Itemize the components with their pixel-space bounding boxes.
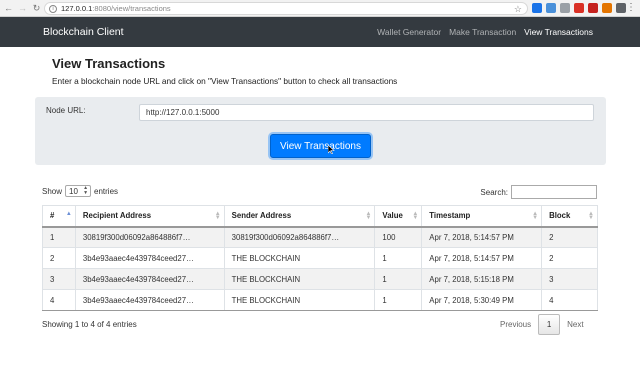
pagination: Previous 1 Next — [493, 314, 591, 335]
column-header-label: # — [50, 211, 55, 221]
sort-asc-icon: ▲ — [65, 211, 72, 217]
reload-icon[interactable]: ↻ — [31, 3, 42, 14]
extension-icon-7[interactable] — [616, 3, 626, 13]
cell-timestamp: Apr 7, 2018, 5:30:49 PM — [421, 289, 543, 311]
bookmark-star-icon[interactable]: ☆ — [514, 4, 522, 15]
table-row: 3 3b4e93aaec4e439784ceed27… THE BLOCKCHA… — [42, 268, 598, 290]
search-label: Search: — [480, 187, 508, 197]
browser-toolbar: ← → ↻ i 127.0.0.1:8080/view/transactions… — [0, 0, 640, 17]
column-header-label: Block — [549, 211, 571, 221]
cell-timestamp: Apr 7, 2018, 5:15:18 PM — [421, 268, 543, 290]
cell-number: 4 — [42, 289, 76, 311]
cell-sender: 30819f300d06092a864886f7… — [223, 226, 376, 248]
sort-icon: ▲ ▼ — [214, 211, 221, 221]
cell-value: 1 — [374, 247, 423, 269]
cell-recipient: 30819f300d06092a864886f7… — [74, 226, 225, 248]
search-input[interactable] — [511, 185, 597, 199]
column-header-label: Recipient Address — [82, 211, 152, 221]
column-header-value[interactable]: Value ▲ ▼ — [374, 205, 423, 228]
cell-sender: THE BLOCKCHAIN — [223, 289, 376, 311]
nav-link-make-transaction[interactable]: Make Transaction — [449, 27, 516, 37]
node-url-label: Node URL: — [46, 106, 86, 115]
node-url-input[interactable] — [139, 104, 594, 121]
table-header-row: # ▲ Recipient Address ▲ ▼ Sender Address ▲ ▼ … — [42, 205, 598, 228]
page-title: View Transactions — [52, 56, 166, 71]
back-icon[interactable]: ← — [3, 3, 14, 14]
table-row: 4 3b4e93aaec4e439784ceed27… THE BLOCKCHA… — [42, 289, 598, 311]
column-header-label: Sender Address — [231, 211, 292, 221]
cell-recipient: 3b4e93aaec4e439784ceed27… — [74, 268, 225, 290]
table-row: 1 30819f300d06092a864886f7… 30819f300d06… — [42, 226, 598, 248]
column-header-label: Timestamp — [429, 211, 471, 221]
column-header-sender[interactable]: Sender Address ▲ ▼ — [223, 205, 376, 228]
forward-icon[interactable]: → — [17, 3, 28, 14]
url-path: :8080/view/transactions — [92, 4, 171, 13]
cell-recipient: 3b4e93aaec4e439784ceed27… — [74, 247, 225, 269]
extension-icon-2[interactable] — [546, 3, 556, 13]
table-info: Showing 1 to 4 of 4 entries — [42, 320, 137, 329]
page-description: Enter a blockchain node URL and click on… — [52, 76, 398, 86]
current-page-button[interactable]: 1 — [538, 314, 561, 335]
sort-icon: ▲ ▼ — [365, 211, 372, 221]
column-header-recipient[interactable]: Recipient Address ▲ ▼ — [74, 205, 225, 228]
cell-block: 2 — [541, 226, 598, 248]
column-header-timestamp[interactable]: Timestamp ▲ ▼ — [421, 205, 543, 228]
entries-label: entries — [94, 186, 119, 196]
info-icon[interactable]: i — [49, 4, 57, 13]
show-label: Show — [42, 186, 63, 196]
cell-number: 1 — [42, 226, 76, 248]
select-arrows-icon: ▲ ▼ — [83, 185, 89, 196]
next-page-button[interactable]: Next — [560, 314, 590, 335]
cell-value: 100 — [374, 226, 423, 248]
column-header-number[interactable]: # ▲ — [42, 205, 76, 228]
extension-icon-1[interactable] — [532, 3, 542, 13]
navbar-brand[interactable]: Blockchain Client — [43, 26, 124, 38]
extension-icon-4[interactable] — [574, 3, 584, 13]
nav-link-wallet-generator[interactable]: Wallet Generator — [377, 27, 441, 37]
column-header-block[interactable]: Block ▲ ▼ — [541, 205, 598, 228]
navbar-links: Wallet Generator Make Transaction View T… — [377, 27, 593, 37]
mouse-cursor-icon — [328, 145, 335, 154]
extension-icon-5[interactable] — [588, 3, 598, 13]
entries-length-control: Show 10 ▲ ▼ entries — [42, 185, 118, 197]
sort-icon: ▲ ▼ — [588, 211, 594, 221]
browser-menu-icon[interactable]: ⋮ — [626, 2, 636, 14]
table-search: Search: — [480, 185, 597, 199]
column-header-label: Value — [382, 211, 403, 221]
cell-value: 1 — [374, 268, 423, 290]
cell-number: 3 — [42, 268, 76, 290]
table-row: 2 3b4e93aaec4e439784ceed27… THE BLOCKCHA… — [42, 247, 598, 269]
cell-timestamp: Apr 7, 2018, 5:14:57 PM — [421, 226, 543, 248]
address-bar[interactable]: i 127.0.0.1:8080/view/transactions ☆ — [44, 2, 528, 15]
cell-sender: THE BLOCKCHAIN — [223, 268, 376, 290]
entries-select-value: 10 — [69, 186, 78, 196]
extension-icon-3[interactable] — [560, 3, 570, 13]
app-navbar: Blockchain Client Wallet Generator Make … — [0, 17, 640, 47]
view-transactions-button[interactable]: View Transactions — [270, 134, 371, 158]
cell-value: 1 — [374, 289, 423, 311]
previous-page-button[interactable]: Previous — [493, 314, 538, 335]
nav-link-view-transactions[interactable]: View Transactions — [524, 27, 593, 37]
cell-number: 2 — [42, 247, 76, 269]
cell-timestamp: Apr 7, 2018, 5:14:57 PM — [421, 247, 543, 269]
cell-block: 2 — [541, 247, 598, 269]
sort-icon: ▲ ▼ — [412, 211, 419, 221]
transactions-table: # ▲ Recipient Address ▲ ▼ Sender Address ▲ ▼ … — [42, 205, 598, 311]
url-host: 127.0.0.1 — [61, 4, 93, 13]
node-url-form: Node URL: View Transactions — [35, 97, 606, 165]
sort-icon: ▲ ▼ — [532, 211, 539, 221]
extension-icon-6[interactable] — [602, 3, 612, 13]
cell-block: 4 — [541, 289, 598, 311]
cell-block: 3 — [541, 268, 598, 290]
cell-sender: THE BLOCKCHAIN — [223, 247, 376, 269]
cell-recipient: 3b4e93aaec4e439784ceed27… — [74, 289, 225, 311]
entries-select[interactable]: 10 ▲ ▼ — [65, 185, 92, 197]
